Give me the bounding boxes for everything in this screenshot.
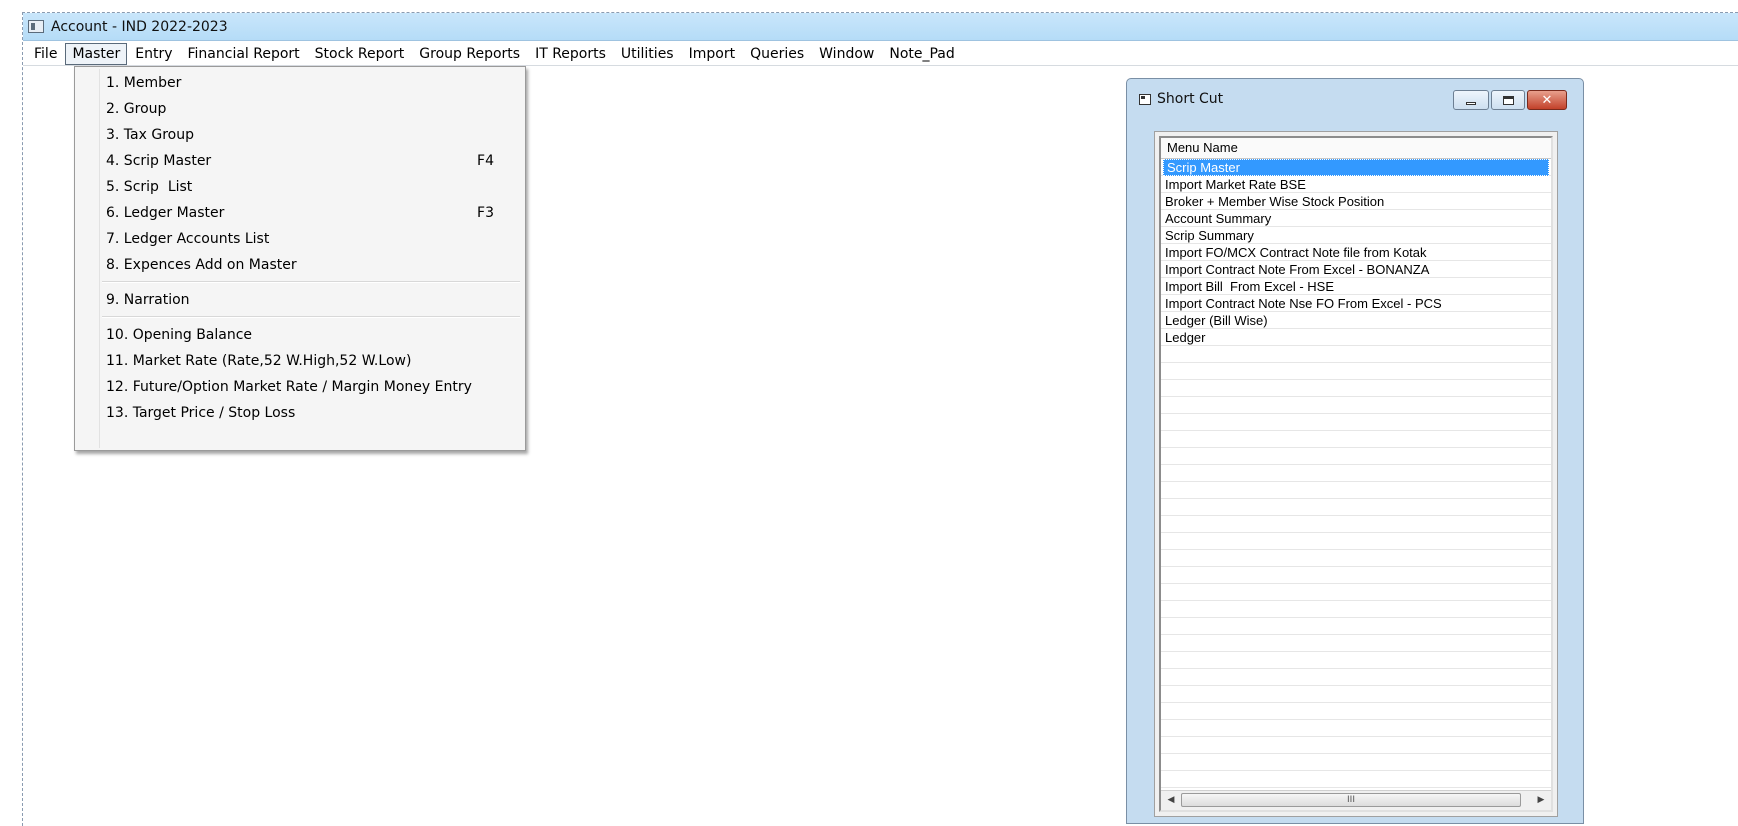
scroll-right-icon[interactable]: ▶: [1533, 791, 1549, 810]
scroll-left-icon[interactable]: ◀: [1163, 791, 1179, 810]
menu-item-ledger-master[interactable]: 6. Ledger Master F3: [106, 201, 518, 225]
master-dropdown-menu: 1. Member 2. Group 3. Tax Group 4. Scrip…: [74, 66, 526, 451]
menu-item-tax-group[interactable]: 3. Tax Group: [106, 123, 518, 147]
app-titlebar[interactable]: Account - IND 2022-2023: [23, 13, 1738, 41]
menu-item-expences-add-on-master[interactable]: 8. Expences Add on Master: [106, 253, 518, 277]
menu-stock-report[interactable]: Stock Report: [308, 43, 412, 65]
menu-group-reports[interactable]: Group Reports: [412, 43, 527, 65]
list-item[interactable]: Import Market Rate BSE: [1161, 176, 1551, 193]
horizontal-scrollbar[interactable]: ◀ III ▶: [1161, 790, 1551, 810]
menu-window[interactable]: Window: [812, 43, 881, 65]
list-item[interactable]: Scrip Master: [1163, 159, 1549, 176]
menu-item-group[interactable]: 2. Group: [106, 97, 518, 121]
shortcut-window: Short Cut ✕ Menu Name Scrip Master Impor…: [1126, 78, 1584, 824]
menu-item-ledger-accounts-list[interactable]: 7. Ledger Accounts List: [106, 227, 518, 251]
menu-item-label: 6. Ledger Master: [106, 205, 225, 221]
app-title: Account - IND 2022-2023: [51, 18, 228, 35]
menu-entry[interactable]: Entry: [128, 43, 179, 65]
shortcut-window-title: Short Cut: [1157, 91, 1224, 107]
list-item[interactable]: Import Contract Note From Excel - BONANZ…: [1161, 261, 1551, 278]
menu-item-narration[interactable]: 9. Narration: [106, 288, 518, 312]
menu-file[interactable]: File: [27, 43, 64, 65]
menu-it-reports[interactable]: IT Reports: [528, 43, 613, 65]
menu-item-shortcut: F4: [477, 153, 494, 169]
menu-item-member[interactable]: 1. Member: [106, 71, 518, 95]
menu-item-scrip-list[interactable]: 5. Scrip List: [106, 175, 518, 199]
menubar: File Master Entry Financial Report Stock…: [23, 42, 1738, 66]
window-icon: [1139, 93, 1151, 105]
shortcut-panel: Menu Name Scrip Master Import Market Rat…: [1154, 131, 1558, 817]
maximize-icon: [1502, 95, 1514, 105]
menu-financial-report[interactable]: Financial Report: [181, 43, 307, 65]
menu-item-scrip-master[interactable]: 4. Scrip Master F4: [106, 149, 518, 173]
menu-item-label: 8. Expences Add on Master: [106, 257, 297, 273]
menu-name-list[interactable]: Menu Name Scrip Master Import Market Rat…: [1159, 136, 1553, 812]
menu-icon-gutter: [99, 69, 100, 448]
menu-separator: [102, 316, 520, 318]
menu-item-label: 12. Future/Option Market Rate / Margin M…: [106, 379, 472, 395]
menu-item-label: 3. Tax Group: [106, 127, 194, 143]
list-rows: Scrip Master Import Market Rate BSE Brok…: [1161, 159, 1551, 788]
menu-item-market-rate[interactable]: 11. Market Rate (Rate,52 W.High,52 W.Low…: [106, 349, 518, 373]
app-icon: [28, 20, 44, 33]
menu-item-opening-balance[interactable]: 10. Opening Balance: [106, 323, 518, 347]
list-item[interactable]: Ledger: [1161, 329, 1551, 346]
list-item[interactable]: Import FO/MCX Contract Note file from Ko…: [1161, 244, 1551, 261]
minimize-button[interactable]: [1453, 90, 1489, 110]
scroll-thumb[interactable]: III: [1181, 793, 1521, 807]
list-item[interactable]: Account Summary: [1161, 210, 1551, 227]
menu-item-label: 10. Opening Balance: [106, 327, 253, 343]
menu-item-target-price-stop-loss[interactable]: 13. Target Price / Stop Loss: [106, 401, 518, 425]
menu-item-label: 13. Target Price / Stop Loss: [106, 405, 296, 421]
close-button[interactable]: ✕: [1527, 90, 1567, 110]
menu-item-label: 11. Market Rate (Rate,52 W.High,52 W.Low…: [106, 353, 412, 369]
close-icon: ✕: [1541, 92, 1553, 108]
menu-utilities[interactable]: Utilities: [614, 43, 681, 65]
menu-item-label: 2. Group: [106, 101, 167, 117]
maximize-button[interactable]: [1491, 90, 1525, 110]
menu-separator: [102, 281, 520, 283]
list-item[interactable]: Scrip Summary: [1161, 227, 1551, 244]
minimize-icon: [1466, 101, 1476, 105]
menu-item-label: 9. Narration: [106, 292, 190, 308]
menu-note-pad[interactable]: Note_Pad: [882, 43, 961, 65]
menu-item-future-option-market-rate[interactable]: 12. Future/Option Market Rate / Margin M…: [106, 375, 518, 399]
menu-import[interactable]: Import: [682, 43, 742, 65]
menu-item-label: 4. Scrip Master: [106, 153, 212, 169]
menu-item-label: 1. Member: [106, 75, 182, 91]
list-item[interactable]: Import Bill From Excel - HSE: [1161, 278, 1551, 295]
list-item[interactable]: Import Contract Note Nse FO From Excel -…: [1161, 295, 1551, 312]
list-item[interactable]: Broker + Member Wise Stock Position: [1161, 193, 1551, 210]
menu-queries[interactable]: Queries: [743, 43, 811, 65]
menu-item-label: 7. Ledger Accounts List: [106, 231, 270, 247]
menu-item-label: 5. Scrip List: [106, 179, 193, 195]
list-item[interactable]: Ledger (Bill Wise): [1161, 312, 1551, 329]
column-header-menu-name[interactable]: Menu Name: [1161, 138, 1551, 159]
menu-master[interactable]: Master: [65, 42, 128, 65]
menu-item-shortcut: F3: [477, 205, 494, 221]
